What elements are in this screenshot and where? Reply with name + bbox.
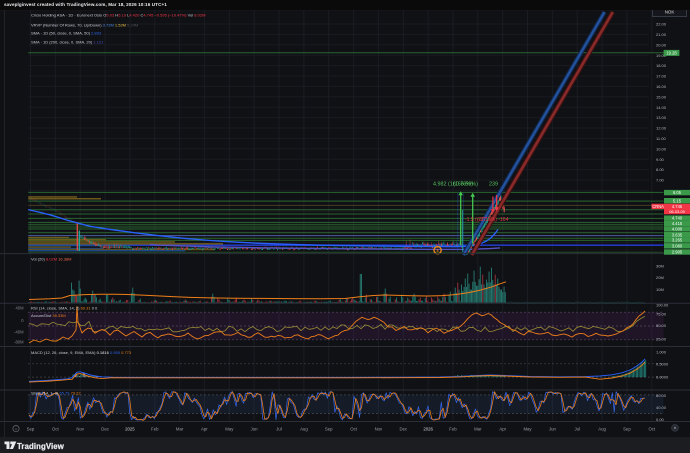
svg-text:10M: 10M: [656, 287, 664, 292]
svg-text:6.05: 6.05: [673, 190, 682, 195]
svg-text:Mar: Mar: [474, 427, 482, 432]
svg-text:5.15: 5.15: [673, 198, 682, 203]
svg-text:18.00: 18.00: [656, 63, 667, 68]
svg-text:Oct: Oct: [648, 427, 655, 432]
svg-text:Jul: Jul: [276, 427, 282, 432]
svg-text:Mar: Mar: [176, 427, 184, 432]
svg-text:Jun: Jun: [251, 427, 259, 432]
svg-text:13.00: 13.00: [656, 115, 667, 120]
svg-text:Nov: Nov: [76, 427, 84, 432]
svg-text:Aug: Aug: [598, 427, 606, 432]
svg-text:-80M: -80M: [14, 339, 24, 344]
svg-text:20M: 20M: [656, 275, 664, 280]
svg-text:7.00: 7.00: [656, 178, 665, 183]
svg-text:Circio Holding ASA · 1D · Euro: Circio Holding ASA · 1D · Euronext Oslo …: [31, 13, 205, 18]
svg-text:RSI (14, close, SMA, 14, 2) 69: RSI (14, close, SMA, 14, 2) 69.31 0 0: [31, 305, 98, 310]
svg-text:4.740: 4.740: [672, 216, 683, 221]
svg-text:3.080: 3.080: [672, 243, 683, 248]
svg-text:VRVP (Number Of Rows, 70, Up/D: VRVP (Number Of Rows, 70, Up/Down) 3.72M…: [31, 22, 138, 27]
svg-text:2026: 2026: [423, 427, 433, 432]
svg-text:Vol (20) 8.02M 16.38M: Vol (20) 8.02M 16.38M: [31, 256, 71, 261]
svg-text:Accum/Dist 39.33M: Accum/Dist 39.33M: [31, 313, 66, 318]
svg-text:Oct: Oct: [52, 427, 59, 432]
svg-text:0.00: 0.00: [656, 417, 665, 422]
svg-text:16.00: 16.00: [656, 84, 667, 89]
svg-text:Sep: Sep: [623, 427, 631, 432]
svg-text:25.00: 25.00: [656, 337, 667, 342]
svg-text:May: May: [225, 427, 234, 432]
svg-text:3.265: 3.265: [672, 238, 683, 243]
svg-text:100.00: 100.00: [656, 302, 669, 307]
svg-text:06-03-09: 06-03-09: [669, 209, 685, 214]
svg-text:22.00: 22.00: [656, 22, 667, 27]
svg-text:0.5000: 0.5000: [656, 361, 669, 366]
svg-text:Feb: Feb: [449, 427, 457, 432]
svg-text:19.28: 19.28: [666, 51, 677, 56]
svg-text:15.00: 15.00: [656, 94, 667, 99]
svg-text:20.00: 20.00: [656, 42, 667, 47]
svg-text:Oct: Oct: [350, 427, 357, 432]
svg-text:Feb: Feb: [151, 427, 159, 432]
svg-text:11.00: 11.00: [656, 136, 666, 141]
svg-text:Stoch (14, 1, 3) 65.75 79.22: Stoch (14, 1, 3) 65.75 79.22: [31, 391, 81, 396]
svg-text:4.000: 4.000: [672, 227, 683, 232]
svg-text:14.00: 14.00: [656, 105, 667, 110]
svg-text:2.905: 2.905: [672, 250, 683, 255]
svg-text:TradingView: TradingView: [17, 442, 65, 451]
svg-text:SMA · 1D (200, close, 0, SMA,: SMA · 1D (200, close, 0, SMA, 20) 1.121: [31, 39, 104, 44]
svg-text:(-27.1: (-27.1: [477, 217, 490, 223]
svg-text:0.0000: 0.0000: [656, 375, 669, 380]
svg-text:Jun: Jun: [549, 427, 557, 432]
svg-text:40M: 40M: [16, 306, 25, 311]
svg-text:80.00: 80.00: [656, 393, 667, 398]
svg-text:Sep: Sep: [325, 427, 333, 432]
svg-text:9.00: 9.00: [656, 157, 665, 162]
svg-text:(165.59%): (165.59%): [453, 182, 478, 188]
svg-text:Apr: Apr: [201, 427, 208, 432]
svg-text:Aug: Aug: [300, 427, 308, 432]
svg-text:75.00: 75.00: [656, 312, 667, 317]
svg-text:17.00: 17.00: [656, 74, 667, 79]
svg-text:1.000: 1.000: [656, 349, 667, 354]
svg-text:CRNA: CRNA: [652, 204, 664, 209]
svg-text:50.00: 50.00: [656, 323, 667, 328]
svg-text:Dec: Dec: [399, 427, 407, 432]
svg-text:3.635: 3.635: [672, 232, 683, 237]
svg-text:21.00: 21.00: [656, 32, 667, 37]
svg-text:4.415: 4.415: [672, 221, 683, 226]
svg-text:40.00: 40.00: [656, 405, 667, 410]
svg-text:239: 239: [489, 182, 498, 188]
svg-text:NOK: NOK: [665, 9, 675, 14]
svg-text:-40M: -40M: [14, 329, 24, 334]
svg-text:May: May: [523, 427, 532, 432]
svg-text:Sep: Sep: [27, 427, 35, 432]
svg-text:Jul: Jul: [574, 427, 580, 432]
svg-text:30M: 30M: [656, 263, 664, 268]
svg-text:Nov: Nov: [375, 427, 383, 432]
svg-text:2025: 2025: [125, 427, 135, 432]
svg-text:8.00: 8.00: [656, 167, 665, 172]
svg-text:SMA · 1D (50, close, 0, SMA, 5: SMA · 1D (50, close, 0, SMA, 50) 2.893: [31, 31, 102, 36]
svg-text:10.00: 10.00: [656, 146, 667, 151]
svg-text:Dec: Dec: [101, 427, 109, 432]
svg-text:Apr: Apr: [499, 427, 506, 432]
svg-text:MACD (12, 26, close, 9, EMA, E: MACD (12, 26, close, 9, EMA, EMA) 0.1816…: [31, 350, 132, 355]
svg-text:12.00: 12.00: [656, 126, 667, 131]
